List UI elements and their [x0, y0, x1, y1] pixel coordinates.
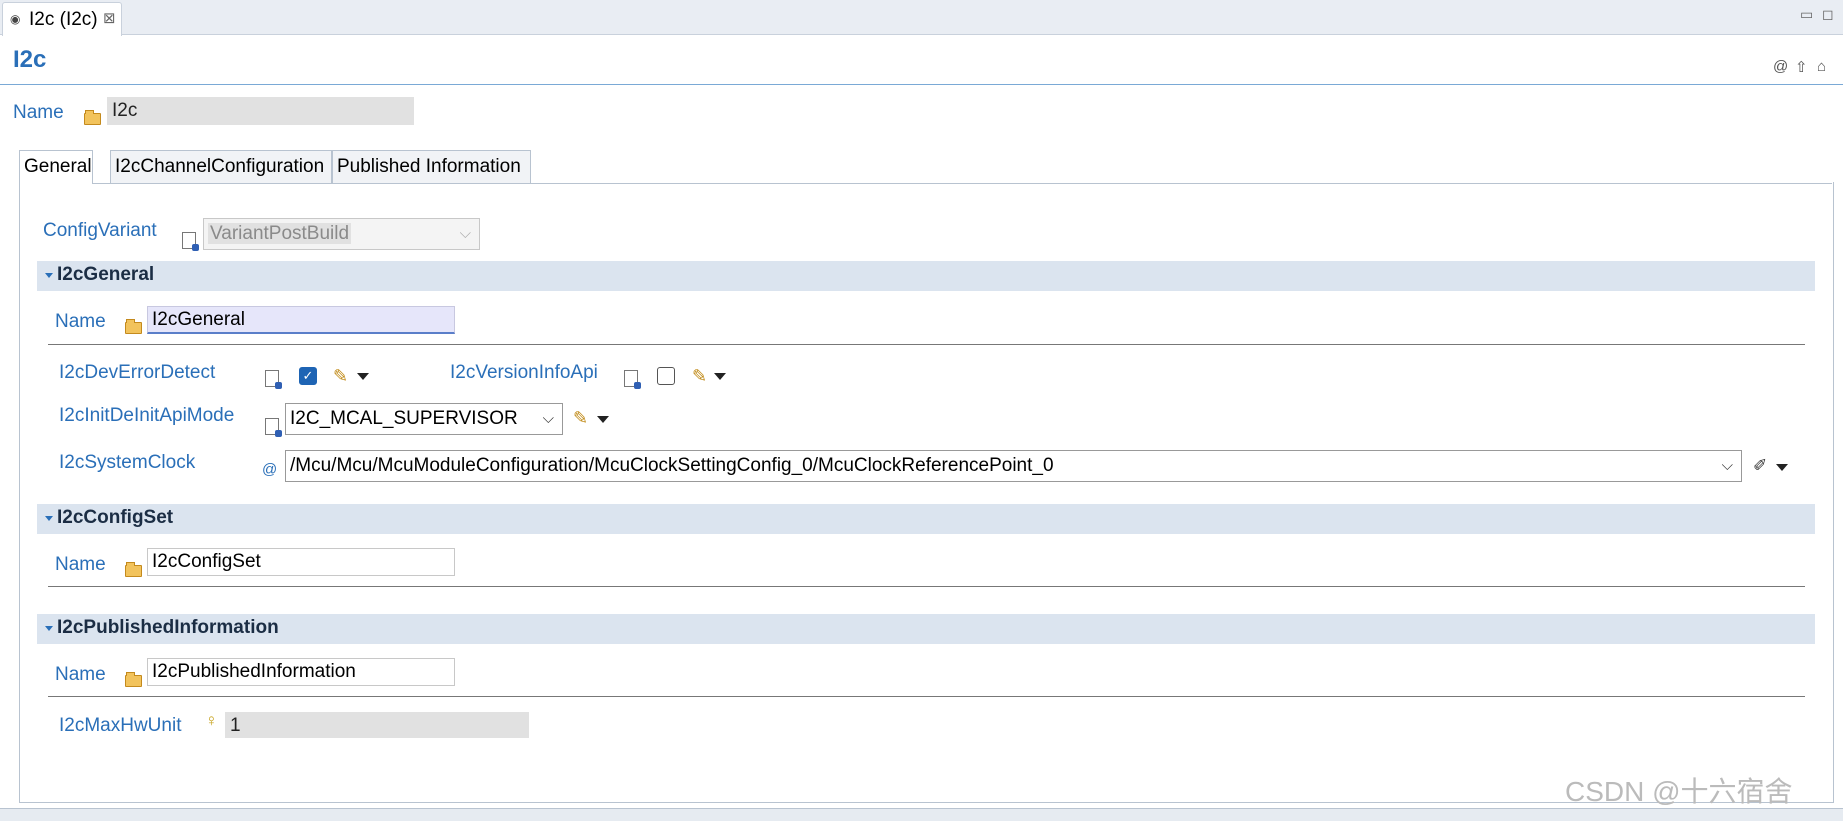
up-icon[interactable]: ⇧ [1795, 58, 1808, 76]
section-title: I2cConfigSet [57, 507, 174, 528]
i2c-published-name-field[interactable]: I2cPublishedInformation [147, 658, 455, 686]
variant-doc-icon [624, 370, 641, 389]
chevron-down-icon: ⌵ [459, 225, 471, 242]
max-hw-unit-label: I2cMaxHwUnit [59, 715, 182, 736]
dropdown-caret-icon[interactable] [357, 373, 369, 380]
i2c-general-name-label: Name [55, 311, 106, 332]
tab-channel-configuration[interactable]: I2cChannelConfiguration [110, 150, 332, 183]
home-icon[interactable]: ⌂ [1817, 58, 1826, 75]
init-deinit-api-mode-select[interactable]: I2C_MCAL_SUPERVISOR ⌵ [285, 403, 563, 435]
config-variant-label: ConfigVariant [43, 220, 157, 241]
page-title: I2c [13, 46, 47, 73]
pencil-icon[interactable]: ✎ [333, 366, 348, 387]
module-name-field[interactable]: I2c [107, 97, 414, 125]
chevron-down-icon: ⌵ [542, 410, 554, 427]
watermark: CSDN @十六宿舍 [1565, 776, 1793, 807]
folder-icon [125, 562, 142, 577]
i2c-config-set-name-label: Name [55, 554, 106, 575]
variant-doc-icon [182, 232, 199, 251]
bulb-icon: ♀ [205, 711, 218, 730]
version-info-api-checkbox[interactable] [657, 367, 675, 385]
editor-tab-i2c[interactable]: ◉ I2c (I2c) ⊠ [2, 2, 122, 36]
dropdown-caret-icon[interactable] [714, 373, 726, 380]
config-variant-select[interactable]: VariantPostBuild ⌵ [203, 218, 480, 250]
max-hw-unit-field[interactable]: 1 [225, 712, 529, 738]
section-title: I2cPublishedInformation [57, 617, 279, 638]
editor-tab-label: I2c (I2c) [29, 9, 98, 30]
collapse-icon[interactable] [45, 516, 53, 521]
divider [48, 696, 1805, 697]
editor-icon: ◉ [10, 12, 21, 26]
tab-general[interactable]: General [19, 150, 93, 184]
i2c-config-set-name-field[interactable]: I2cConfigSet [147, 548, 455, 576]
variant-doc-icon [265, 370, 282, 389]
divider [48, 344, 1805, 345]
folder-icon [125, 319, 142, 334]
collapse-icon[interactable] [45, 273, 53, 278]
close-icon[interactable]: ⊠ [103, 9, 116, 27]
system-clock-value: /Mcu/Mcu/McuModuleConfiguration/McuClock… [290, 455, 1054, 476]
dropdown-caret-icon[interactable] [597, 416, 609, 423]
config-variant-value: VariantPostBuild [208, 223, 352, 244]
tab-published-information[interactable]: Published Information [332, 150, 531, 183]
reference-icon: @ [262, 461, 278, 478]
help-icon[interactable]: @ [1773, 58, 1788, 75]
init-deinit-api-mode-value: I2C_MCAL_SUPERVISOR [290, 408, 518, 429]
system-clock-select[interactable]: /Mcu/Mcu/McuModuleConfiguration/McuClock… [285, 450, 1742, 482]
folder-icon [84, 110, 101, 125]
i2c-published-name-label: Name [55, 664, 106, 685]
section-title: I2cGeneral [57, 264, 155, 285]
divider [48, 586, 1805, 587]
i2c-general-name-field[interactable]: I2cGeneral [147, 306, 455, 334]
reference-edit-icon[interactable]: ✐ [1753, 456, 1767, 476]
section-i2c-general[interactable]: I2cGeneral [37, 261, 1815, 291]
editor-tab-strip [0, 0, 1843, 35]
name-label: Name [13, 102, 64, 123]
version-info-api-label: I2cVersionInfoApi [450, 362, 598, 383]
dropdown-caret-icon[interactable] [1776, 464, 1788, 471]
collapse-icon[interactable] [45, 626, 53, 631]
variant-doc-icon [265, 418, 282, 437]
section-i2c-config-set[interactable]: I2cConfigSet [37, 504, 1815, 534]
dev-error-detect-checkbox[interactable]: ✓ [299, 367, 317, 385]
title-divider [0, 84, 1843, 85]
init-deinit-api-mode-label: I2cInitDeInitApiMode [59, 405, 235, 426]
section-i2c-published-information[interactable]: I2cPublishedInformation [37, 614, 1815, 644]
pencil-icon[interactable]: ✎ [573, 408, 588, 429]
maximize-button[interactable]: ◻ [1822, 6, 1834, 23]
folder-icon [125, 672, 142, 687]
system-clock-label: I2cSystemClock [59, 452, 196, 473]
minimize-button[interactable]: ▭ [1800, 6, 1813, 23]
pencil-icon[interactable]: ✎ [692, 366, 707, 387]
chevron-down-icon: ⌵ [1721, 457, 1733, 474]
dev-error-detect-label: I2cDevErrorDetect [59, 362, 216, 383]
